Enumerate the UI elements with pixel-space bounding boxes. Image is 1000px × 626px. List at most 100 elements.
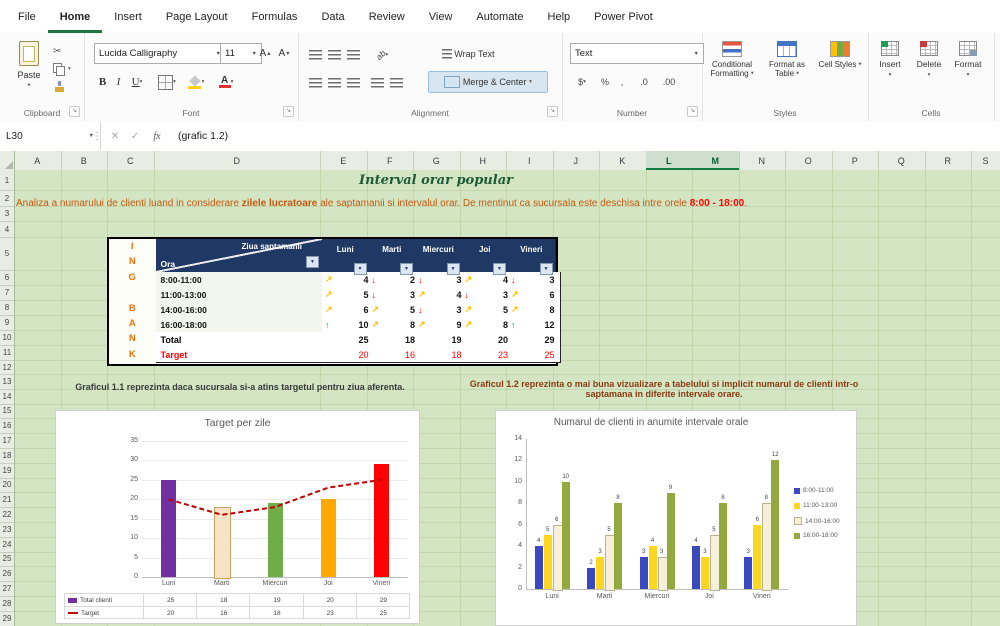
table-ora-cell[interactable]: 16:00-18:00 — [155, 317, 328, 333]
column-header-n[interactable]: N — [739, 151, 786, 170]
column-header-r[interactable]: R — [925, 151, 972, 170]
number-format-combo[interactable]: Text ▼ — [570, 43, 704, 64]
row-header-25[interactable]: 25 — [0, 552, 14, 568]
formula-input[interactable]: (grafic 1.2) — [178, 122, 228, 150]
table-cell[interactable]: 6 ↗ — [322, 302, 375, 318]
name-box-splitter[interactable]: ⋮ — [92, 122, 102, 150]
row-header-10[interactable]: 10 — [0, 330, 14, 346]
align-middle-button[interactable] — [325, 45, 344, 64]
table-cell[interactable]: 9 ↗ — [415, 317, 468, 333]
chart-target-per-zile[interactable]: Target per zile 0 5 10 15 20 25 30 35 Luni Marti Mi… — [55, 410, 420, 624]
table-cell[interactable]: 5 ↗ — [322, 287, 375, 303]
menu-tab-data[interactable]: Data — [309, 0, 356, 33]
menu-tab-automate[interactable]: Automate — [464, 0, 535, 33]
table-cell[interactable]: 8 ↗ — [368, 317, 421, 333]
filter-dropdown[interactable]: ▼ — [539, 263, 553, 275]
column-header-d[interactable]: D — [154, 151, 321, 170]
table-cell[interactable]: 5 ↗ — [368, 302, 421, 318]
name-box[interactable]: L30 ▼ — [0, 122, 101, 150]
row-header-23[interactable]: 23 — [0, 522, 14, 538]
menu-tab-home[interactable]: Home — [48, 0, 103, 33]
table-cell[interactable]: 4 ↗ — [322, 272, 375, 288]
filter-dropdown[interactable]: ▼ — [306, 256, 319, 268]
align-right-button[interactable] — [344, 73, 363, 92]
table-cell[interactable]: 5 ↗ — [461, 302, 514, 318]
wrap-text-button[interactable]: Wrap Text — [428, 43, 508, 65]
table-cell[interactable]: 12 ↑ — [508, 317, 561, 333]
shrink-font-button[interactable]: A ▼ — [275, 43, 294, 64]
table-cell[interactable]: 6 ↗ — [508, 287, 561, 303]
row-header-17[interactable]: 17 — [0, 433, 14, 449]
column-header-l[interactable]: L — [645, 151, 693, 170]
filter-dropdown[interactable]: ▼ — [353, 263, 367, 275]
sheet-title-cell[interactable]: Interval orar popular — [153, 173, 719, 188]
percent-style-button[interactable]: % — [596, 71, 614, 92]
format-cells-button[interactable]: Format ▾ — [950, 41, 986, 107]
table-cell[interactable]: 3 ↓ — [415, 272, 468, 288]
menu-tab-formulas[interactable]: Formulas — [240, 0, 310, 33]
filter-dropdown[interactable]: ▼ — [446, 263, 460, 275]
table-cell[interactable]: 3 ↓ — [415, 302, 468, 318]
table-ora-cell[interactable]: 11:00-13:00 — [155, 287, 328, 303]
column-header-o[interactable]: O — [785, 151, 833, 170]
row-header-22[interactable]: 22 — [0, 507, 14, 523]
fill-color-button[interactable]: ▾ — [182, 71, 210, 93]
cell-styles-button[interactable]: Cell Styles ▾ — [816, 41, 864, 107]
cancel-button[interactable]: ✕ — [106, 122, 124, 150]
row-header-6[interactable]: 6 — [0, 270, 14, 286]
align-center-button[interactable] — [325, 73, 344, 92]
row-header-12[interactable]: 12 — [0, 360, 14, 375]
number-dialog-launcher[interactable]: ↘ — [687, 106, 698, 117]
row-header-11[interactable]: 11 — [0, 345, 14, 361]
table-total-cell[interactable]: 19 — [415, 332, 468, 348]
column-header-h[interactable]: H — [460, 151, 507, 170]
underline-button[interactable]: U ▾ — [126, 71, 148, 93]
insert-cells-button[interactable]: Insert ▾ — [872, 41, 908, 107]
column-header-b[interactable]: B — [61, 151, 108, 170]
table-target-cell[interactable]: 25 — [508, 347, 561, 363]
table-target-cell[interactable]: 16 — [368, 347, 421, 363]
enter-button[interactable]: ✓ — [126, 122, 144, 150]
table-total-cell[interactable]: 29 — [508, 332, 561, 348]
row-header-15[interactable]: 15 — [0, 404, 14, 420]
table-cell[interactable]: 10 ↑ — [322, 317, 375, 333]
row-header-28[interactable]: 28 — [0, 596, 14, 612]
column-header-p[interactable]: P — [832, 151, 879, 170]
insert-function-button[interactable]: fx — [146, 122, 168, 150]
table-total-cell[interactable]: 25 — [322, 332, 375, 348]
font-dialog-launcher[interactable]: ↘ — [283, 106, 294, 117]
decrease-decimal-button[interactable]: .00 — [656, 71, 682, 92]
column-header-q[interactable]: Q — [878, 151, 926, 170]
font-color-button[interactable]: A ▾ — [212, 71, 240, 93]
table-target-cell[interactable]: 23 — [461, 347, 514, 363]
row-header-29[interactable]: 29 — [0, 611, 14, 626]
row-header-26[interactable]: 26 — [0, 566, 14, 583]
row-header-27[interactable]: 27 — [0, 581, 14, 597]
font-name-combo[interactable]: Lucida Calligraphy ▼ — [94, 43, 226, 64]
copy-button[interactable]: ▾ — [50, 61, 79, 77]
table-cell[interactable]: 8 ↗ — [461, 317, 514, 333]
sheet-grid[interactable]: 1 2 3 4 5 6 7 8 9 10 11 12 13 14 15 16 17 18 19 20 21 22 23 24 2… — [0, 170, 1000, 626]
cut-button[interactable]: ✂ — [50, 43, 79, 59]
row-header-2[interactable]: 2 — [0, 190, 14, 207]
format-painter-button[interactable] — [50, 79, 79, 95]
column-header-k[interactable]: K — [599, 151, 647, 170]
table-cell[interactable]: 3 ↓ — [461, 287, 514, 303]
column-header-a[interactable]: A — [14, 151, 62, 170]
merge-center-button[interactable]: Merge & Center ▾ — [428, 71, 548, 93]
filter-dropdown[interactable]: ▼ — [493, 263, 506, 275]
table-target-cell[interactable]: 18 — [415, 347, 468, 363]
clipboard-dialog-launcher[interactable]: ↘ — [69, 106, 80, 117]
column-header-c[interactable]: C — [107, 151, 155, 170]
table-cell[interactable]: 3 ↓ — [368, 287, 421, 303]
table-target-cell[interactable]: 20 — [322, 347, 375, 363]
filter-dropdown[interactable]: ▼ — [400, 263, 413, 275]
column-header-e[interactable]: E — [320, 151, 368, 170]
align-left-button[interactable] — [306, 73, 325, 92]
table-corner-cell[interactable]: Ziua saptamanii Ora ▼ — [155, 239, 323, 273]
row-header-21[interactable]: 21 — [0, 492, 14, 509]
menu-tab-view[interactable]: View — [417, 0, 465, 33]
orientation-button[interactable]: ab ▾ — [368, 45, 396, 64]
select-all-corner[interactable] — [0, 151, 15, 170]
row-header-16[interactable]: 16 — [0, 418, 14, 435]
